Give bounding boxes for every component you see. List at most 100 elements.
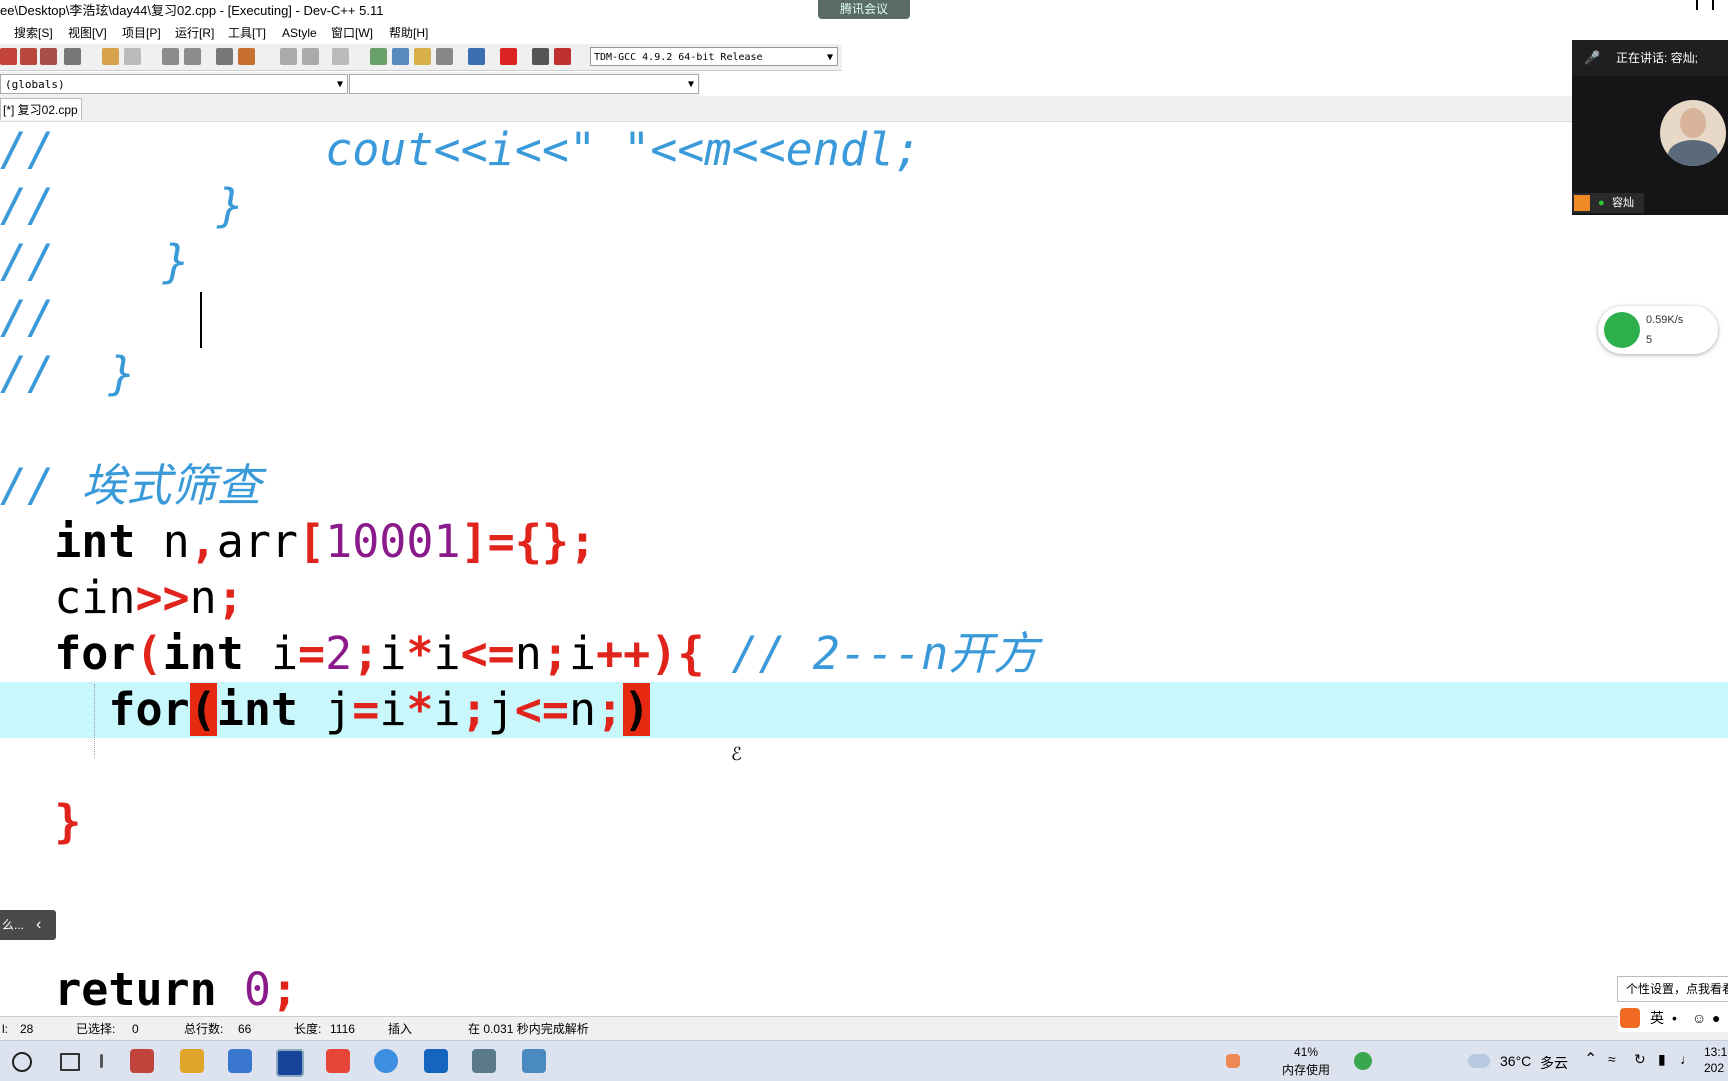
chart-icon[interactable] [532,48,549,65]
maximize-icon[interactable] [1696,0,1714,10]
status-selected: 0 [132,1022,139,1036]
scope-select[interactable]: (globals) ▼ [0,74,348,94]
code-line: // } [0,235,190,288]
undo-icon[interactable] [102,48,119,65]
toggle-comment-icon[interactable] [332,48,349,65]
wps-icon[interactable] [326,1049,350,1073]
run-icon[interactable] [392,48,409,65]
microphone-icon: ● [1598,197,1605,209]
wifi-icon[interactable]: ≈ [1608,1051,1616,1067]
meeting-indicator[interactable]: 腾讯会议 [818,0,910,19]
code-line: cin>>n; [54,571,244,624]
volume-icon[interactable]: ♩ [1680,1051,1694,1067]
memory-percent: 41% [1294,1045,1319,1059]
chrome-icon[interactable] [374,1049,398,1073]
voice-icon[interactable]: ● [1712,1004,1720,1032]
network-speed-widget[interactable]: 0.59K/s 5 [1598,306,1718,354]
clock-time[interactable]: 13:1 [1704,1045,1727,1059]
weather-desc: 多云 [1540,1055,1568,1071]
meeting-app-icon[interactable] [424,1049,448,1073]
user-icon [1574,195,1590,211]
menu-run[interactable]: 运行[R] [175,22,214,44]
battery-icon[interactable]: ▮ [1658,1051,1666,1068]
open-file-icon[interactable] [20,48,37,65]
app-icon-3[interactable] [228,1049,252,1073]
code-line: // } [0,347,136,400]
file-explorer-icon[interactable] [180,1049,204,1073]
file-tab-bar: [*] 复习02.cpp [0,96,1728,122]
code-line: int n,arr[10001]={}; [54,515,597,568]
bookmark-prev-icon[interactable] [280,48,297,65]
menu-tools[interactable]: 工具[T] [228,22,266,44]
ime-toolbar[interactable]: 英 • ☺ ● [1618,1004,1728,1032]
emoji-icon[interactable]: ☺ [1692,1004,1706,1032]
bookmark-next-icon[interactable] [302,48,319,65]
save-all-icon[interactable] [40,48,57,65]
search-icon[interactable] [12,1052,32,1072]
sync-icon[interactable]: ↻ [1634,1051,1646,1068]
code-line: } [54,795,82,848]
participant-name: 容灿 [1612,197,1634,209]
window-title: ee\Desktop\李浩玹\day44\复习02.cpp - [Executi… [0,3,384,18]
status-line-label: l: [2,1022,8,1036]
compile-run-icon[interactable] [414,48,431,65]
compiler-value: TDM-GCC 4.9.2 64-bit Release [594,52,763,63]
tab-file[interactable]: [*] 复习02.cpp [0,98,82,120]
profile-icon[interactable] [554,48,571,65]
ime-language[interactable]: 英 [1650,1004,1664,1032]
menu-astyle[interactable]: AStyle [282,22,317,44]
toolbar: TDM-GCC 4.9.2 64-bit Release ▼ [0,44,842,71]
class-browser-bar: (globals) ▼ ▼ [0,72,700,96]
speaking-bar: 🎤 正在讲话: 容灿; [1572,40,1728,76]
member-select[interactable]: ▼ [349,74,699,94]
ime-tooltip-text: 个性设置，点我看看 [1626,982,1728,996]
app-icon-1[interactable] [130,1049,154,1073]
stop-execution-icon[interactable] [500,48,517,65]
side-panel-toggle[interactable]: 么... ‹ [0,910,56,940]
wifi-icon [1604,312,1640,348]
separator-icon [100,1054,103,1068]
compile-icon[interactable] [370,48,387,65]
menu-project[interactable]: 项目[P] [122,22,161,44]
network-status-icon[interactable] [1354,1052,1372,1070]
ime-tooltip[interactable]: 个性设置，点我看看 [1617,976,1728,1002]
status-total: 66 [238,1022,252,1036]
menu-help[interactable]: 帮助[H] [389,22,428,44]
compiler-select[interactable]: TDM-GCC 4.9.2 64-bit Release ▼ [590,47,838,66]
speaking-label: 正在讲话: 容灿; [1616,51,1699,65]
task-view-icon[interactable] [60,1053,80,1071]
sogou-icon[interactable] [1226,1054,1240,1068]
status-total-label: 总行数: [184,1022,224,1036]
memory-label: 内存使用 [1282,1063,1331,1077]
taskbar: 41% 内存使用 36°C 多云 ⌃ ≈ ↻ ▮ ♩ 13:1 202 [0,1040,1728,1081]
menu-window[interactable]: 窗口[W] [331,22,373,44]
rebuild-icon[interactable] [436,48,453,65]
devcpp-icon[interactable] [276,1049,304,1077]
syntax-check-icon[interactable] [468,48,485,65]
microphone-icon: 🎤 [1584,50,1601,65]
code-editor[interactable]: // cout<<i<<" "<<m<<endl; // } // } // /… [0,122,1728,1014]
new-file-icon[interactable] [0,48,17,65]
meeting-video-panel[interactable]: 🎤 正在讲话: 容灿; ● 容灿 [1572,40,1728,215]
chevron-left-icon: ‹ [36,916,42,933]
weather-temp: 36°C [1500,1053,1532,1069]
calculator-icon[interactable] [522,1049,546,1073]
indent-guide [94,684,95,758]
app-icon-8[interactable] [472,1049,496,1073]
chevron-down-icon: ▼ [336,79,343,90]
code-line-current: for(int j=i*i;j<=n;) [0,682,1728,738]
clock-date[interactable]: 202 [1704,1061,1724,1075]
print-icon[interactable] [64,48,81,65]
menu-view[interactable]: 视图[V] [68,22,107,44]
replace-icon[interactable] [184,48,201,65]
side-panel-text: 么... [2,918,25,932]
meeting-tag-label: 腾讯会议 [839,2,888,16]
chevron-up-icon[interactable]: ⌃ [1584,1049,1597,1069]
find-icon[interactable] [162,48,179,65]
menu-search[interactable]: 搜索[S] [14,22,53,44]
redo-icon[interactable] [124,48,141,65]
unindent-icon[interactable] [238,48,255,65]
punctuation-icon[interactable]: • [1672,1004,1677,1032]
indent-icon[interactable] [216,48,233,65]
code-line: return 0; [54,963,299,1014]
